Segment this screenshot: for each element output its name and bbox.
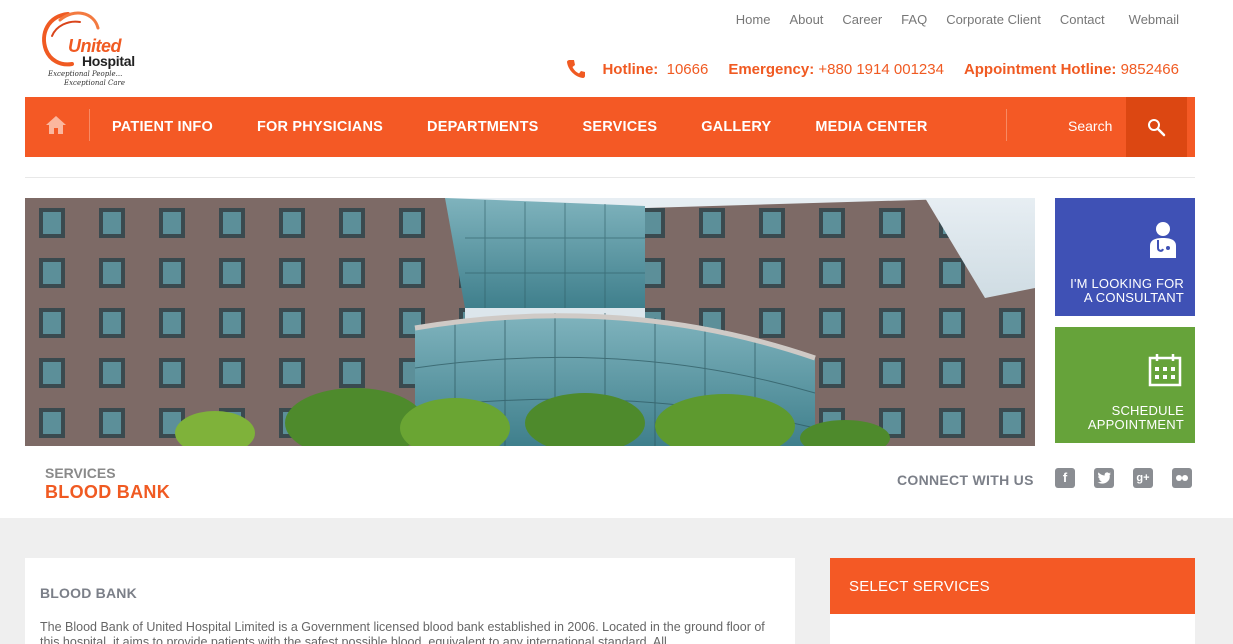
logo[interactable]: United Hospital Exceptional People... Ex… (38, 6, 156, 88)
nav-item-services[interactable]: SERVICES (583, 119, 658, 135)
select-services-label: SELECT SERVICES (849, 578, 990, 595)
page-title: BLOOD BANK (45, 482, 170, 502)
nav-menu: PATIENT INFO FOR PHYSICIANS DEPARTMENTS … (112, 97, 972, 157)
search-button[interactable] (1126, 97, 1187, 157)
search-input[interactable]: Search (1068, 118, 1112, 134)
home-icon[interactable] (45, 114, 67, 136)
hotline-label: Hotline: (602, 60, 659, 78)
top-link-webmail[interactable]: Webmail (1129, 12, 1179, 27)
calendar-icon (1148, 354, 1182, 387)
connect-label: CONNECT WITH US (897, 472, 1034, 488)
main-nav: PATIENT INFO FOR PHYSICIANS DEPARTMENTS … (25, 97, 1195, 157)
doctor-icon (1150, 222, 1176, 258)
appointment-hotline[interactable]: Appointment Hotline: 9852466 (964, 61, 1179, 78)
phone-icon (567, 60, 586, 78)
facebook-icon[interactable]: f (1055, 468, 1075, 488)
top-link-home[interactable]: Home (736, 12, 771, 27)
divider (25, 177, 1195, 178)
top-link-career[interactable]: Career (842, 12, 882, 27)
emergency[interactable]: Emergency: +880 1914 001234 (728, 61, 944, 78)
nav-item-for-physicians[interactable]: FOR PHYSICIANS (257, 119, 383, 135)
schedule-appointment-label: SCHEDULE APPOINTMENT (1087, 403, 1184, 432)
breadcrumb-section[interactable]: SERVICES (45, 465, 116, 481)
content-panel: BLOOD BANK The Blood Bank of United Hosp… (25, 558, 795, 644)
appointment-hotline-value: 9852466 (1120, 60, 1179, 78)
hero-image (25, 198, 1035, 446)
nav-item-gallery[interactable]: GALLERY (701, 119, 771, 135)
nav-item-media-center[interactable]: MEDIA CENTER (815, 119, 927, 135)
hospital-building-image (25, 198, 1035, 446)
schedule-appointment-tile[interactable]: SCHEDULE APPOINTMENT (1055, 327, 1195, 443)
top-link-contact[interactable]: Contact (1060, 12, 1105, 27)
hotlines: Hotline: 10666 Emergency: +880 1914 0012… (566, 59, 1179, 79)
select-services-panel (830, 614, 1195, 644)
top-link-faq[interactable]: FAQ (901, 12, 927, 27)
consultant-tile[interactable]: I'M LOOKING FOR A CONSULTANT (1055, 198, 1195, 316)
hotline-value: 10666 (666, 60, 709, 78)
content-heading: BLOOD BANK (40, 585, 137, 601)
top-link-about[interactable]: About (789, 12, 823, 27)
hotline[interactable]: Hotline: 10666 (602, 61, 708, 78)
logo-line2: Hospital (82, 53, 135, 69)
page: United Hospital Exceptional People... Ex… (0, 0, 1233, 644)
nav-item-departments[interactable]: DEPARTMENTS (427, 119, 539, 135)
logo-tagline1: Exceptional People... (48, 70, 123, 78)
appointment-hotline-label: Appointment Hotline: (963, 60, 1117, 78)
emergency-label: Emergency: (728, 60, 815, 78)
content-body: The Blood Bank of United Hospital Limite… (40, 620, 765, 644)
top-links: Home About Career FAQ Corporate Client C… (717, 12, 1179, 27)
nav-item-patient-info[interactable]: PATIENT INFO (112, 119, 213, 135)
consultant-tile-label: I'M LOOKING FOR A CONSULTANT (1070, 276, 1184, 305)
twitter-icon[interactable] (1094, 468, 1114, 488)
logo-tagline2: Exceptional Care (64, 79, 126, 87)
top-link-corporate-client[interactable]: Corporate Client (946, 12, 1041, 27)
select-services-header[interactable]: SELECT SERVICES (830, 558, 1195, 614)
search-icon (1148, 119, 1166, 137)
flickr-icon[interactable] (1172, 468, 1192, 488)
nav-divider (1006, 109, 1007, 141)
nav-divider (89, 109, 90, 141)
emergency-value: +880 1914 001234 (818, 60, 944, 78)
googleplus-icon[interactable]: g+ (1133, 468, 1153, 488)
